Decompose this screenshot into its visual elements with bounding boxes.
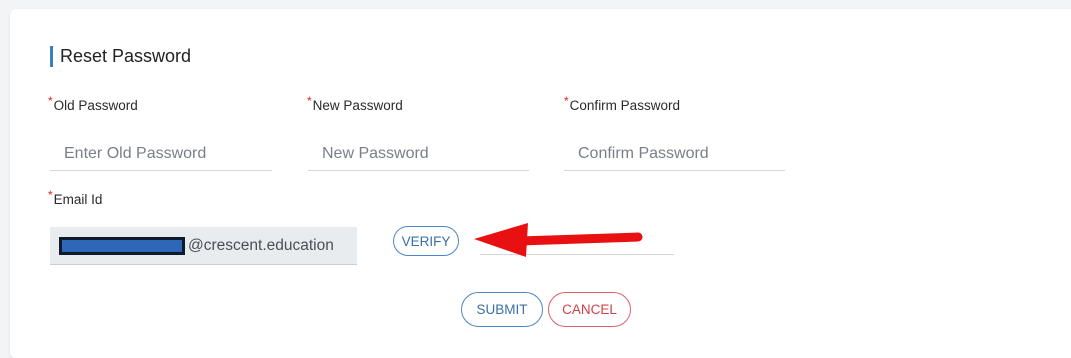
submit-button[interactable]: SUBMIT (461, 292, 543, 327)
email-field: @crescent.education (50, 227, 357, 265)
old-password-label: *Old Password (48, 94, 138, 115)
new-password-input[interactable] (308, 137, 529, 171)
confirm-password-label: *Confirm Password (564, 94, 680, 115)
new-password-label-text: New Password (312, 98, 403, 113)
required-marker: * (48, 94, 53, 108)
old-password-input[interactable] (50, 137, 272, 171)
verify-button[interactable]: VERIFY (393, 226, 459, 256)
old-password-label-text: Old Password (53, 98, 138, 113)
cancel-button[interactable]: CANCEL (548, 292, 631, 327)
redacted-username (59, 236, 185, 255)
reset-password-card: Reset Password *Old Password *New Passwo… (10, 9, 1071, 358)
title-accent-bar (50, 45, 53, 67)
required-marker: * (48, 188, 53, 202)
email-domain-text: @crescent.education (188, 236, 334, 254)
confirm-password-label-text: Confirm Password (569, 98, 680, 113)
email-label: *Email Id (48, 188, 103, 209)
page-title: Reset Password (50, 45, 191, 67)
required-marker: * (307, 94, 312, 108)
email-label-text: Email Id (53, 192, 103, 207)
new-password-label: *New Password (307, 94, 403, 115)
red-arrow-annotation-icon (474, 223, 643, 257)
required-marker: * (564, 94, 569, 108)
page-title-text: Reset Password (60, 45, 192, 66)
confirm-password-input[interactable] (564, 137, 785, 171)
